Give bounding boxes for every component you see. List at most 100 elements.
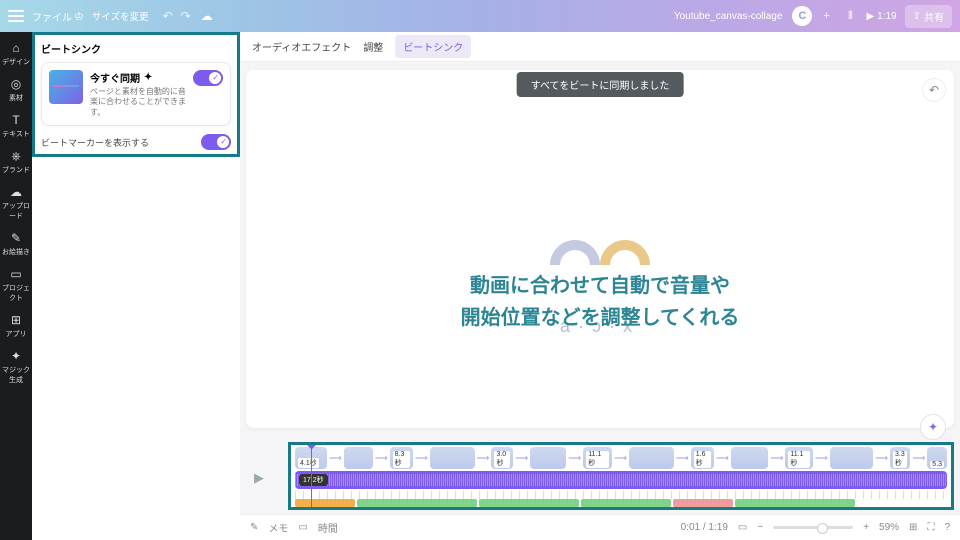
video-clip[interactable]: 5.3 — [927, 447, 947, 469]
gap-track[interactable] — [295, 499, 947, 507]
rail-icon: ☁ — [9, 185, 23, 199]
transition-icon[interactable]: ⟶ — [477, 453, 490, 464]
plus-icon[interactable]: + — [863, 522, 869, 533]
video-clip[interactable]: 8.3秒 — [390, 447, 413, 469]
transition-icon[interactable]: ⟶ — [912, 453, 925, 464]
redo-icon[interactable]: ↷ — [177, 9, 195, 23]
timeline[interactable]: 4.1秒⟶⟶8.3秒⟶⟶3.0秒⟶⟶11.1秒⟶⟶1.6秒⟶⟶11.1秒⟶⟶3.… — [288, 442, 954, 510]
share-button[interactable]: ⇪ 共有 — [905, 5, 952, 28]
audio-duration-label: 17.2秒 — [299, 474, 328, 486]
rail-icon: ⊞ — [9, 313, 23, 327]
beatsync-tab[interactable]: ビートシンク — [395, 35, 471, 58]
sync-toggle[interactable] — [193, 70, 223, 86]
duration-label[interactable]: 時間 — [318, 520, 338, 535]
duration-text: 1:19 — [877, 11, 896, 22]
rail-icon: ⎈ — [9, 149, 23, 163]
crown-icon[interactable]: ♔ — [74, 10, 84, 23]
rail-item-アップロード[interactable]: ☁アップロード — [0, 185, 32, 221]
rail-item-テキスト[interactable]: Tテキスト — [0, 113, 32, 139]
undo-icon[interactable]: ↶ — [159, 9, 177, 23]
menu-icon[interactable] — [8, 10, 24, 22]
fullscreen-icon[interactable]: ⛶ — [927, 522, 934, 533]
video-clip[interactable]: 11.1秒 — [785, 447, 813, 469]
transition-icon[interactable]: ⟶ — [329, 453, 342, 464]
notes-icon[interactable]: ✎ — [250, 522, 258, 533]
transition-icon[interactable]: ⟶ — [875, 453, 888, 464]
notes-label[interactable]: メモ — [268, 520, 288, 535]
transition-icon[interactable]: ⟶ — [515, 453, 528, 464]
transition-icon[interactable]: ⟶ — [415, 453, 428, 464]
resize-button[interactable]: サイズを変更 — [92, 9, 149, 23]
play-duration[interactable]: ▶ 1:19 — [866, 11, 896, 22]
stage-undo-icon[interactable]: ↶ — [922, 78, 946, 102]
panel-title: ビートシンク — [41, 41, 231, 56]
bottom-status-bar: ✎ メモ ▭ 時間 0:01 / 1:19 ▭ − + 59% ⊞ ⛶ ? — [240, 514, 960, 540]
duration-icon[interactable]: ▭ — [298, 522, 307, 533]
rail-icon: ▭ — [9, 267, 23, 281]
rail-item-デザイン[interactable]: ⌂デザイン — [0, 41, 32, 67]
transition-icon[interactable]: ⟶ — [375, 453, 388, 464]
subtitle-clip[interactable] — [479, 499, 579, 507]
subtitle-clip[interactable] — [295, 499, 355, 507]
video-track[interactable]: 4.1秒⟶⟶8.3秒⟶⟶3.0秒⟶⟶11.1秒⟶⟶1.6秒⟶⟶11.1秒⟶⟶3.… — [295, 447, 947, 469]
logo-clouds — [550, 240, 650, 265]
playhead[interactable] — [311, 443, 312, 509]
video-clip[interactable]: 3.0秒 — [491, 447, 513, 469]
cloud-save-icon[interactable]: ☁ — [201, 9, 213, 23]
video-clip[interactable] — [629, 447, 674, 469]
document-title[interactable]: Youtube_canvas-collage — [674, 11, 783, 22]
analytics-icon[interactable]: ⫴ — [840, 6, 860, 26]
rail-item-お絵描き[interactable]: ✎お絵描き — [0, 231, 32, 257]
audio-effects-tab[interactable]: オーディオエフェクト — [252, 39, 351, 54]
transition-icon[interactable]: ⟶ — [815, 453, 828, 464]
subtitle-clip[interactable] — [357, 499, 477, 507]
subtitle-clip[interactable] — [673, 499, 733, 507]
rail-item-プロジェクト[interactable]: ▭プロジェクト — [0, 267, 32, 303]
time-display: 0:01 / 1:19 — [681, 522, 728, 533]
canvas-stage[interactable]: ↶ a·ɔ·x 動画に合わせて自動で音量や 開始位置などを調整してくれる ✦ — [246, 70, 954, 428]
magic-sparkle-button[interactable]: ✦ — [920, 414, 946, 440]
sparkle-icon: ✦ — [144, 72, 152, 83]
zoom-slider[interactable] — [773, 526, 853, 529]
video-clip[interactable]: 11.1秒 — [583, 447, 612, 469]
transition-icon[interactable]: ⟶ — [676, 453, 689, 464]
context-toolbar: オーディオエフェクト 調整 ビートシンク — [240, 32, 960, 62]
sync-desc: ページと素材を自動的に音楽に合わせることができます。 — [90, 87, 186, 118]
transition-icon[interactable]: ⟶ — [614, 453, 627, 464]
rail-item-アプリ[interactable]: ⊞アプリ — [0, 313, 32, 339]
help-icon[interactable]: ? — [944, 522, 950, 533]
audio-track[interactable]: 17.2秒 — [295, 471, 947, 489]
minus-icon[interactable]: − — [757, 522, 763, 533]
beatsync-panel: ビートシンク 今すぐ同期✦ ページと素材を自動的に音楽に合わせることができます。… — [32, 32, 240, 157]
user-avatar[interactable]: C — [792, 6, 812, 26]
rail-icon: ✎ — [9, 231, 23, 245]
adjust-tab[interactable]: 調整 — [363, 39, 383, 54]
video-clip[interactable] — [731, 447, 769, 469]
sync-now-card[interactable]: 今すぐ同期✦ ページと素材を自動的に音楽に合わせることができます。 — [41, 62, 231, 126]
video-clip[interactable] — [830, 447, 873, 469]
transition-icon[interactable]: ⟶ — [716, 453, 729, 464]
video-clip[interactable] — [344, 447, 373, 469]
rail-icon: ◎ — [9, 77, 23, 91]
subtitle-clip[interactable] — [735, 499, 855, 507]
timeline-ruler — [295, 491, 947, 499]
grid-view-icon[interactable]: ⊞ — [909, 522, 917, 533]
subtitle-clip[interactable] — [581, 499, 671, 507]
slide-view-icon[interactable]: ▭ — [738, 522, 747, 533]
video-clip[interactable]: 1.6秒 — [691, 447, 714, 469]
video-clip[interactable]: 3.3秒 — [890, 447, 910, 469]
rail-item-マジック生成[interactable]: ✦マジック生成 — [0, 349, 32, 385]
caption-overlay: 動画に合わせて自動で音量や 開始位置などを調整してくれる — [246, 270, 954, 334]
add-icon[interactable]: + — [816, 6, 836, 26]
transition-icon[interactable]: ⟶ — [770, 453, 783, 464]
transition-icon[interactable]: ⟶ — [568, 453, 581, 464]
file-menu[interactable]: ファイル — [32, 9, 72, 24]
timeline-play-icon[interactable]: ▶ — [254, 470, 264, 486]
rail-item-ブランド[interactable]: ⎈ブランド — [0, 149, 32, 175]
video-clip[interactable] — [530, 447, 566, 469]
marker-label: ビートマーカーを表示する — [41, 136, 149, 149]
marker-toggle[interactable] — [201, 134, 231, 150]
rail-icon: ✦ — [9, 349, 23, 363]
video-clip[interactable] — [430, 447, 475, 469]
rail-item-素材[interactable]: ◎素材 — [0, 77, 32, 103]
